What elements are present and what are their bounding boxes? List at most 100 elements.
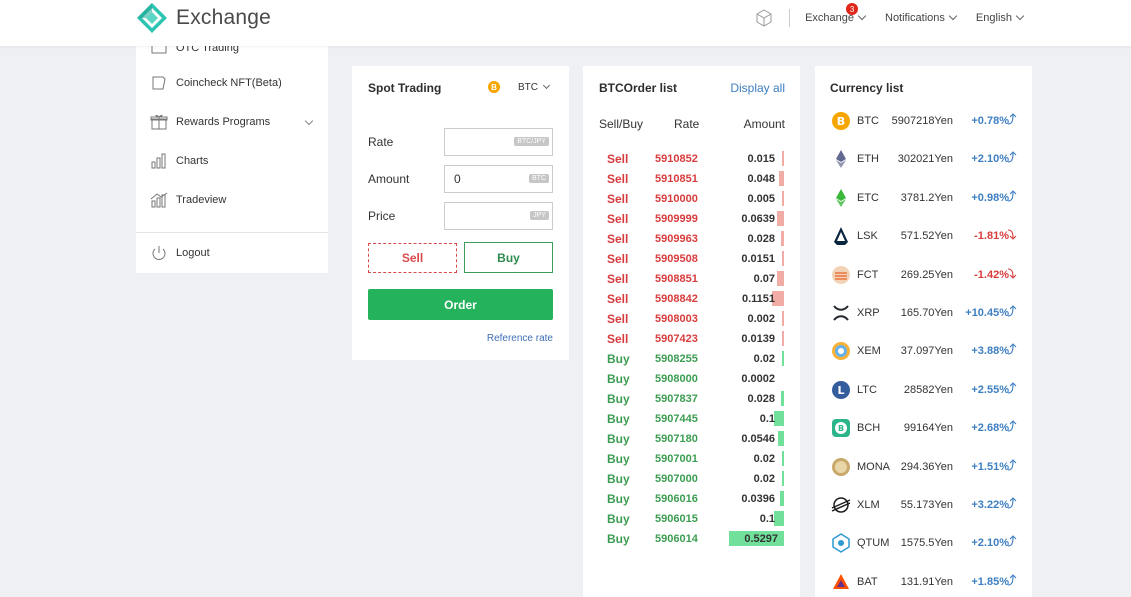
- currency-row[interactable]: BAT 131.91Yen +1.85%: [815, 570, 1032, 594]
- amount-field[interactable]: BTC: [444, 165, 553, 193]
- qtum-icon: [832, 533, 850, 554]
- amount-input[interactable]: [445, 166, 515, 192]
- header-divider: [789, 9, 791, 27]
- order-amount: 0.1: [759, 413, 775, 425]
- display-all-link[interactable]: Display all: [730, 81, 785, 95]
- currency-symbol: XRP: [857, 307, 880, 319]
- order-side: Sell: [607, 232, 629, 246]
- order-row[interactable]: Buy 5906014 0.5297: [583, 529, 800, 549]
- bat-icon: [833, 573, 849, 589]
- reference-rate-link[interactable]: Reference rate: [487, 333, 553, 344]
- sidebar-item-nft[interactable]: Coincheck NFT(Beta): [150, 75, 320, 91]
- order-row[interactable]: Buy 5907001 0.02: [583, 449, 800, 469]
- currency-row[interactable]: B BCH 99164Yen +2.68%: [815, 416, 1032, 440]
- nft-icon: [152, 76, 166, 90]
- sidebar-item-label: Rewards Programs: [176, 116, 271, 128]
- currency-row[interactable]: ETC 3781.2Yen +0.98%: [815, 186, 1032, 210]
- order-row[interactable]: Buy 5906015 0.1: [583, 509, 800, 529]
- buy-button[interactable]: Buy: [464, 242, 553, 273]
- order-row[interactable]: Sell 5907423 0.0139: [583, 329, 800, 349]
- order-row[interactable]: Sell 5908851 0.07: [583, 269, 800, 289]
- order-side: Sell: [607, 152, 629, 166]
- bitcoin-cash-icon: B: [832, 419, 850, 438]
- order-side: Sell: [607, 332, 629, 346]
- sidebar-item-label: Charts: [176, 155, 209, 167]
- menu-language[interactable]: English: [975, 11, 1025, 24]
- price-input[interactable]: [445, 203, 515, 229]
- currency-row[interactable]: L LTC 28582Yen +2.55%: [815, 378, 1032, 402]
- currency-price: 294.36Yen: [900, 460, 953, 473]
- order-row[interactable]: Buy 5906016 0.0396: [583, 489, 800, 509]
- logout-button[interactable]: Logout: [150, 245, 320, 261]
- order-amount: 0.07: [753, 273, 775, 285]
- currency-row[interactable]: ETH 302021Yen +2.10%: [815, 147, 1032, 171]
- currency-row[interactable]: FCT 269.25Yen -1.42%: [815, 263, 1032, 287]
- sidebar: OTC Trading Coincheck NFT(Beta) Rewards …: [136, 42, 328, 273]
- currency-row[interactable]: XLM 55.173Yen +3.22%: [815, 493, 1032, 517]
- order-row[interactable]: Sell 5908003 0.002: [583, 309, 800, 329]
- currency-row[interactable]: MONA 294.36Yen +1.51%: [815, 455, 1032, 479]
- order-side: Sell: [607, 192, 629, 206]
- cube-icon[interactable]: [755, 9, 773, 27]
- order-row[interactable]: Sell 5910852 0.015: [583, 149, 800, 169]
- sidebar-item-rewards[interactable]: Rewards Programs: [150, 114, 320, 130]
- order-row[interactable]: Buy 5907000 0.02: [583, 469, 800, 489]
- currency-row[interactable]: LSK 571.52Yen -1.81%: [815, 224, 1032, 248]
- sidebar-item-tradeview[interactable]: Tradeview: [150, 192, 320, 208]
- currency-change: +3.88%: [971, 345, 1009, 358]
- order-row[interactable]: Sell 5910000 0.005: [583, 189, 800, 209]
- currency-price: 28582Yen: [903, 383, 953, 396]
- currency-price: 37.097Yen: [900, 345, 953, 358]
- brand[interactable]: Exchange: [136, 2, 271, 34]
- coin-selector[interactable]: B BTC: [488, 81, 551, 93]
- depth-bar: [777, 271, 784, 286]
- sell-button[interactable]: Sell: [368, 243, 457, 273]
- order-row[interactable]: Sell 5908842 0.1151: [583, 289, 800, 309]
- order-amount: 0.048: [747, 173, 775, 185]
- price-field[interactable]: JPY: [444, 202, 553, 230]
- order-amount: 0.02: [753, 453, 775, 465]
- currency-price: 131.91Yen: [900, 575, 953, 588]
- order-side: Sell: [607, 312, 629, 326]
- order-row[interactable]: Sell 5910851 0.048: [583, 169, 800, 189]
- order-amount: 0.005: [747, 193, 775, 205]
- spot-trading-panel: Spot Trading B BTC Rate BTC/JPY Amount B…: [352, 66, 569, 360]
- order-row[interactable]: Buy 5907180 0.0546: [583, 429, 800, 449]
- order-side: Buy: [607, 492, 630, 506]
- rate-input[interactable]: [445, 129, 515, 155]
- order-amount: 0.02: [753, 473, 775, 485]
- order-amount: 0.1: [759, 513, 775, 525]
- order-row[interactable]: Sell 5909508 0.0151: [583, 249, 800, 269]
- currency-row[interactable]: XRP 165.70Yen +10.45%: [815, 301, 1032, 325]
- column-header-rate: Rate: [674, 117, 700, 131]
- order-rate: 5906016: [655, 493, 698, 505]
- order-row[interactable]: Sell 5909963 0.028: [583, 229, 800, 249]
- depth-bar: [781, 231, 784, 246]
- menu-exchange[interactable]: Exchange 3: [805, 3, 867, 24]
- currency-change: -1.42%: [974, 268, 1009, 281]
- sidebar-item-charts[interactable]: Charts: [150, 153, 320, 169]
- depth-bar: [781, 391, 784, 406]
- currency-change: +1.85%: [971, 575, 1009, 588]
- order-list-panel: BTCOrder list Display all Sell/Buy Rate …: [583, 66, 800, 597]
- order-amount: 0.1151: [741, 293, 775, 305]
- menu-language-label: English: [975, 12, 1012, 24]
- order-row[interactable]: Buy 5908255 0.02: [583, 349, 800, 369]
- gift-icon: [150, 114, 168, 130]
- order-row[interactable]: Buy 5907837 0.028: [583, 389, 800, 409]
- order-button[interactable]: Order: [368, 289, 553, 320]
- currency-row[interactable]: QTUM 1575.5Yen +2.10%: [815, 531, 1032, 555]
- currency-row[interactable]: XEM 37.097Yen +3.88%: [815, 339, 1032, 363]
- rate-field[interactable]: BTC/JPY: [444, 128, 553, 156]
- order-side: Buy: [607, 532, 630, 546]
- ethereum-classic-icon: [836, 188, 846, 207]
- order-row[interactable]: Sell 5909999 0.0639: [583, 209, 800, 229]
- order-rate: 5910851: [655, 173, 698, 185]
- top-header: Exchange Exchange 3 Notifications Englis…: [0, 0, 1131, 46]
- currency-row[interactable]: B BTC 5907218Yen +0.78%: [815, 109, 1032, 133]
- order-rate: 5908842: [655, 293, 698, 305]
- menu-notifications[interactable]: Notifications: [885, 11, 958, 24]
- order-row[interactable]: Buy 5908000 0.0002: [583, 369, 800, 389]
- header-menu: Exchange 3 Notifications English: [755, 3, 1025, 28]
- order-row[interactable]: Buy 5907445 0.1: [583, 409, 800, 429]
